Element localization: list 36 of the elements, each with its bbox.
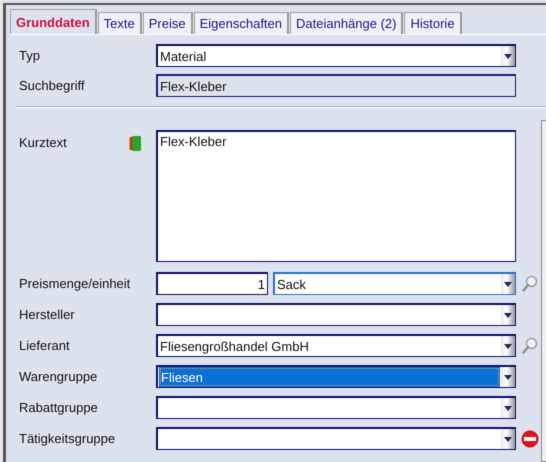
field-label: Preismenge/einheit (19, 276, 132, 291)
tab[interactable]: Historie (404, 12, 462, 34)
dropdown-arrow-icon[interactable] (504, 54, 512, 58)
dropdown-field[interactable] (156, 427, 516, 450)
dropdown-field[interactable]: Fliesengroßhandel GmbH (156, 334, 516, 357)
field-label: Rabattgruppe (19, 400, 99, 415)
tab[interactable]: Dateianhänge (2) (290, 12, 404, 34)
field-label: Warengruppe (19, 369, 98, 384)
field-label: Hersteller (19, 307, 76, 322)
field-label: Typ (19, 48, 41, 63)
no-entry-icon[interactable] (521, 430, 539, 448)
quantity-field[interactable]: 1 (156, 272, 268, 295)
field-label: Lieferant (19, 338, 71, 353)
field-label: Tätigkeitsgruppe (19, 431, 116, 446)
dropdown-field[interactable] (156, 396, 516, 419)
tab[interactable]: Grunddaten (10, 9, 97, 34)
dropdown-arrow-icon[interactable] (504, 282, 512, 286)
search-icon[interactable] (522, 337, 538, 354)
dropdown-field[interactable] (156, 303, 516, 326)
text-area[interactable]: Flex-Kleber (156, 130, 516, 262)
dropdown-arrow-icon[interactable] (504, 312, 512, 318)
tab[interactable]: Preise (142, 12, 193, 34)
dropdown-arrow-icon[interactable] (504, 406, 512, 410)
dropdown-field[interactable]: Material (156, 44, 516, 67)
field-label: Kurztext (19, 134, 68, 150)
tab[interactable]: Eigenschaften (194, 12, 290, 34)
dropdown-arrow-icon[interactable] (504, 344, 512, 348)
dropdown-field[interactable]: Fliesen (156, 365, 516, 388)
search-icon[interactable] (522, 275, 538, 292)
tab[interactable]: Texte (98, 12, 142, 34)
unit-dropdown[interactable]: Sack (273, 272, 516, 295)
field-label: Suchbegriff (19, 78, 86, 93)
book-icon[interactable] (129, 136, 141, 151)
text-field[interactable]: Flex-Kleber (156, 74, 516, 97)
dropdown-arrow-icon[interactable] (504, 374, 512, 380)
dropdown-arrow-icon[interactable] (504, 436, 512, 442)
